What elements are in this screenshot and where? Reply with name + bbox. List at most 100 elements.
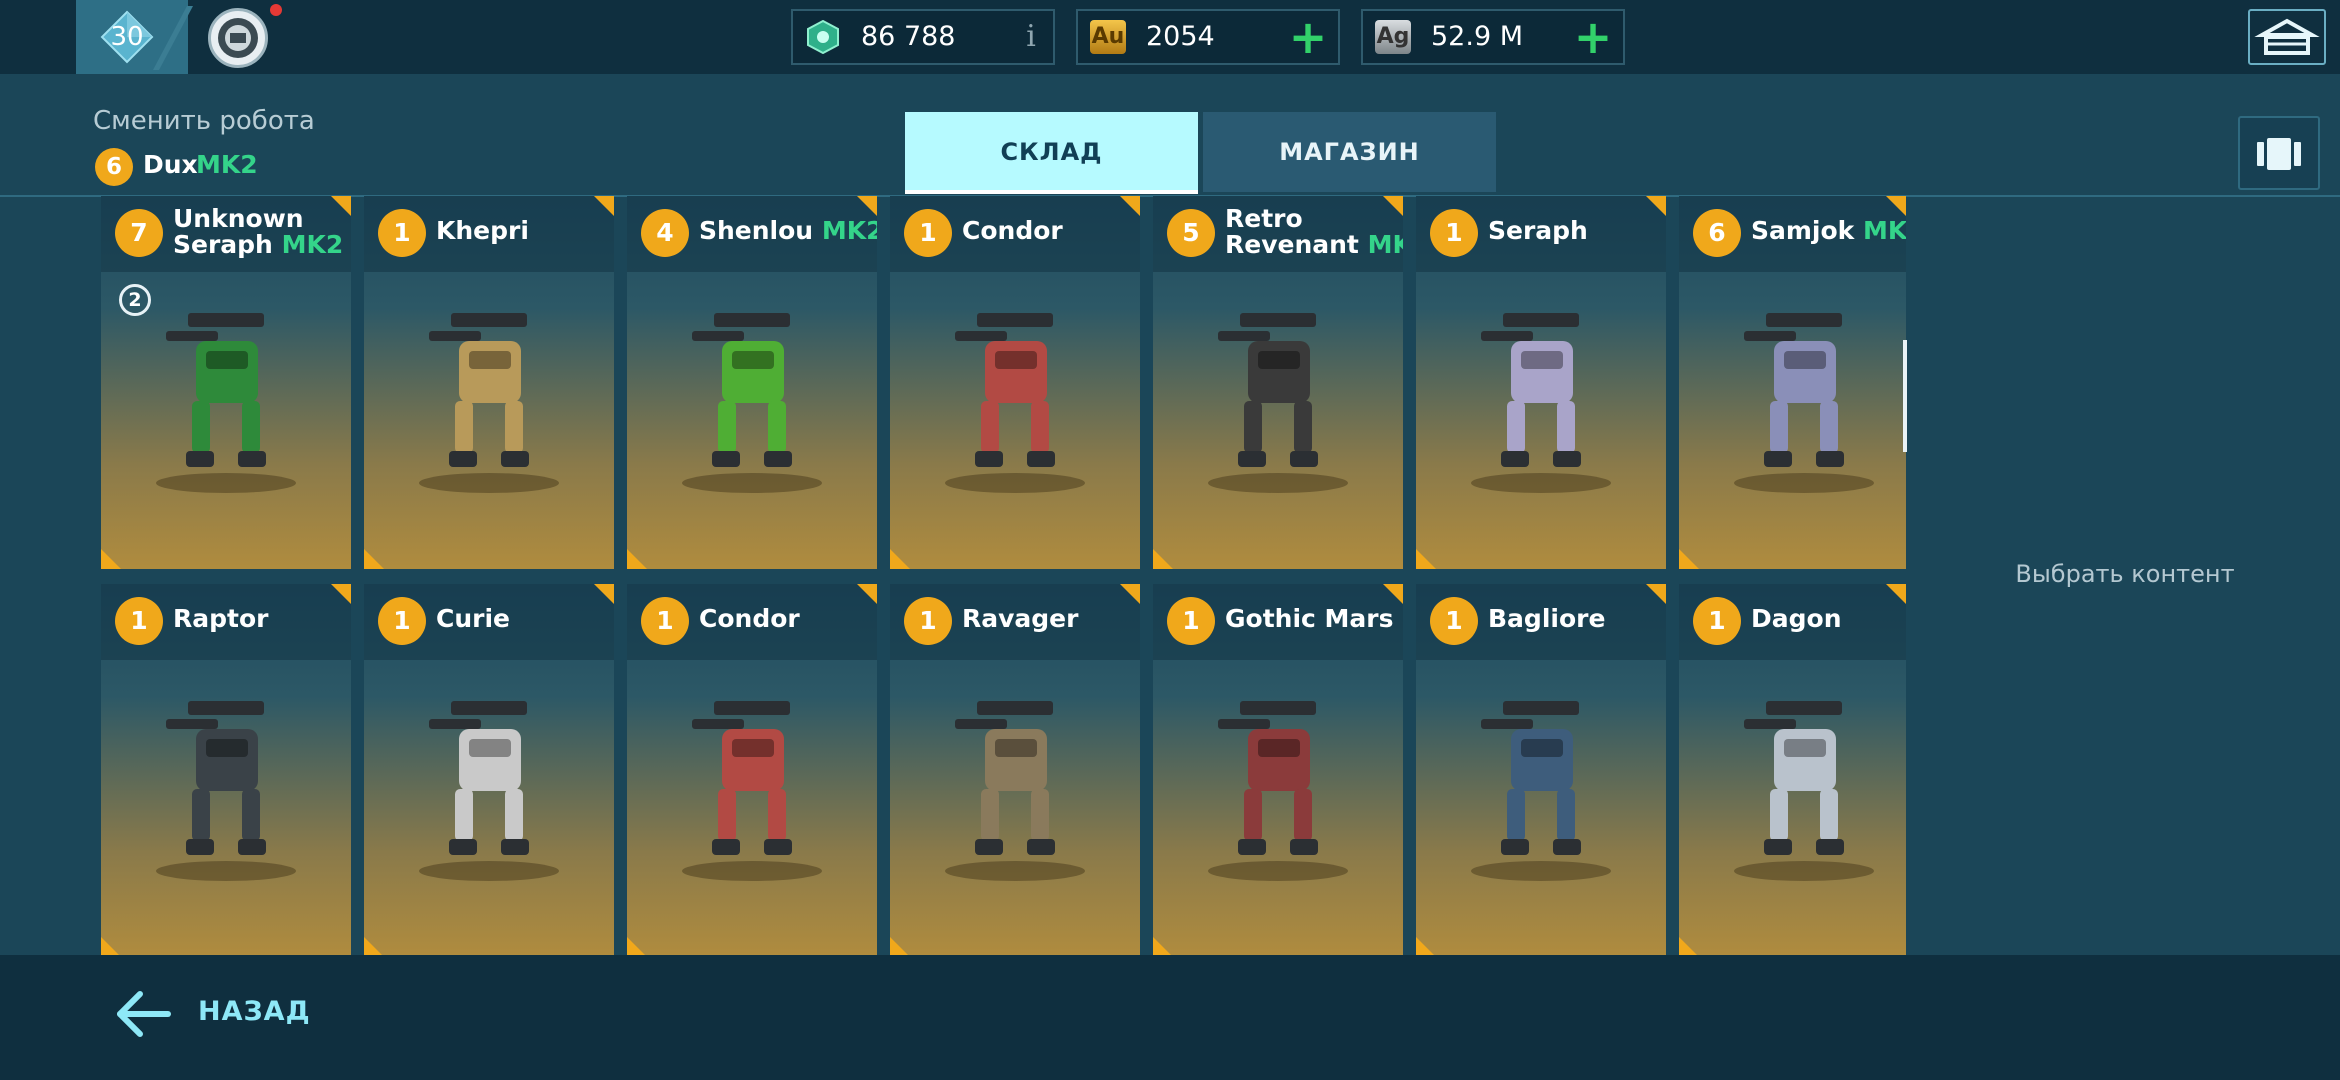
robot-model-image — [945, 313, 1085, 493]
robot-mk-label: MK2 — [821, 216, 877, 245]
robot-name-text: Shenlou — [699, 216, 814, 245]
robot-model-image — [1471, 701, 1611, 881]
robot-card[interactable]: 1 Dagon — [1679, 584, 1906, 957]
hangar-icon — [2254, 18, 2320, 55]
card-corner-marker — [1679, 549, 1699, 569]
card-corner-marker — [1416, 937, 1436, 957]
card-corner-marker — [857, 584, 877, 604]
robot-name-text: Samjok — [1751, 216, 1855, 245]
robot-tier-badge: 7 — [115, 209, 163, 257]
silver-icon: Ag — [1375, 20, 1411, 54]
robot-tier-badge: 5 — [1167, 209, 1215, 257]
card-corner-marker — [1886, 196, 1906, 216]
card-corner-marker — [890, 937, 910, 957]
robot-name-text: Khepri — [436, 216, 529, 245]
robot-card[interactable]: 1 Khepri — [364, 196, 614, 569]
hangar-button[interactable] — [2248, 9, 2326, 65]
robot-model-image — [945, 701, 1085, 881]
robot-name: Condor — [962, 218, 1134, 244]
robot-tier-badge: 1 — [904, 209, 952, 257]
crystal-icon — [807, 20, 839, 54]
robot-name-text: Raptor — [173, 604, 269, 633]
robot-tier-badge: 6 — [1693, 209, 1741, 257]
robot-name: Seraph — [1488, 218, 1660, 244]
robot-mk-label: MK2 — [1367, 230, 1403, 259]
robot-name: Ravager — [962, 606, 1134, 632]
robot-name-text: Seraph — [1488, 216, 1588, 245]
select-content-label: Выбрать контент — [2015, 560, 2235, 588]
robot-name: Gothic Mars — [1225, 606, 1397, 632]
current-robot-name: Dux — [143, 150, 198, 179]
robot-model-image — [156, 701, 296, 881]
footer-bar — [0, 955, 2340, 1080]
robot-card[interactable]: 1 Gothic Mars — [1153, 584, 1403, 957]
robot-card[interactable]: 7 Unknown Seraph MK2 2 — [101, 196, 351, 569]
robot-name-line: Unknown — [173, 204, 304, 233]
clan-emblem-icon[interactable] — [208, 8, 268, 68]
robot-model-image — [682, 701, 822, 881]
robot-model-image — [419, 313, 559, 493]
robot-name-text: Condor — [962, 216, 1063, 245]
card-corner-marker — [101, 549, 121, 569]
robot-card[interactable]: 1 Condor — [890, 196, 1140, 569]
card-corner-marker — [857, 196, 877, 216]
tab-shop[interactable]: МАГАЗИН — [1203, 112, 1496, 192]
robot-card[interactable]: 1 Bagliore — [1416, 584, 1666, 957]
robot-name: Samjok MK2 — [1751, 216, 1906, 245]
back-button[interactable]: НАЗАД — [198, 996, 311, 1027]
gold-counter[interactable]: Au 2054 + — [1076, 9, 1340, 65]
robot-card[interactable]: 1 Ravager — [890, 584, 1140, 957]
card-corner-marker — [1120, 196, 1140, 216]
tab-storage[interactable]: СКЛАД — [905, 112, 1198, 192]
robot-model-image — [1208, 313, 1348, 493]
robot-model-image — [419, 701, 559, 881]
robot-name-line: Revenant MK2 — [1225, 232, 1403, 258]
card-corner-marker — [594, 196, 614, 216]
robot-card[interactable]: 1 Curie — [364, 584, 614, 957]
robot-tier-badge: 1 — [378, 209, 426, 257]
silver-value: 52.9 M — [1431, 21, 1523, 52]
robot-card[interactable]: 1 Raptor — [101, 584, 351, 957]
card-corner-marker — [1646, 196, 1666, 216]
robot-name: Bagliore — [1488, 606, 1660, 632]
card-view-icon — [2257, 138, 2301, 170]
robot-name: Unknown Seraph MK2 — [173, 206, 345, 258]
card-corner-marker — [1153, 937, 1173, 957]
card-corner-marker — [1153, 549, 1173, 569]
robot-card[interactable]: 1 Seraph — [1416, 196, 1666, 569]
card-corner-marker — [627, 549, 647, 569]
robot-model-image — [1734, 313, 1874, 493]
info-icon[interactable]: i — [1021, 17, 1041, 57]
robot-card[interactable]: 1 Condor — [627, 584, 877, 957]
robot-name: RetroRevenant MK2 — [1225, 206, 1403, 258]
robot-tier-badge: 1 — [1430, 209, 1478, 257]
silver-counter[interactable]: Ag 52.9 M + — [1361, 9, 1625, 65]
robot-mk-label: MK2 — [1863, 216, 1906, 245]
player-level: 30 — [110, 22, 144, 52]
robot-name-text: Curie — [436, 604, 510, 633]
robot-tier-badge: 1 — [1167, 597, 1215, 645]
robot-card[interactable]: 4 Shenlou MK2 — [627, 196, 877, 569]
robot-name: Khepri — [436, 218, 608, 244]
back-arrow-icon[interactable] — [112, 988, 172, 1040]
robot-tier-badge: 1 — [904, 597, 952, 645]
gold-value: 2054 — [1146, 21, 1215, 52]
card-corner-marker — [594, 584, 614, 604]
robot-name-text: Dagon — [1751, 604, 1842, 633]
card-corner-marker — [1120, 584, 1140, 604]
robot-name-text: Bagliore — [1488, 604, 1606, 633]
robot-model-image — [156, 313, 296, 493]
robot-card[interactable]: 6 Samjok MK2 — [1679, 196, 1906, 569]
change-robot-label: Сменить робота — [93, 106, 315, 136]
crystals-counter[interactable]: 86 788 i — [791, 9, 1055, 65]
gold-icon: Au — [1090, 20, 1126, 54]
robot-tier-badge: 1 — [641, 597, 689, 645]
view-mode-button[interactable] — [2238, 116, 2320, 190]
add-silver-button[interactable]: + — [1573, 14, 1613, 60]
add-gold-button[interactable]: + — [1288, 14, 1328, 60]
scrollbar-thumb[interactable] — [1903, 340, 1907, 452]
robot-card[interactable]: 5RetroRevenant MK2 — [1153, 196, 1403, 569]
robot-grid: 7 Unknown Seraph MK2 2 1 Khepri 4 Shenlou MK2 1 C… — [101, 196, 1906, 957]
robot-name: Raptor — [173, 606, 345, 632]
robot-model-image — [682, 313, 822, 493]
